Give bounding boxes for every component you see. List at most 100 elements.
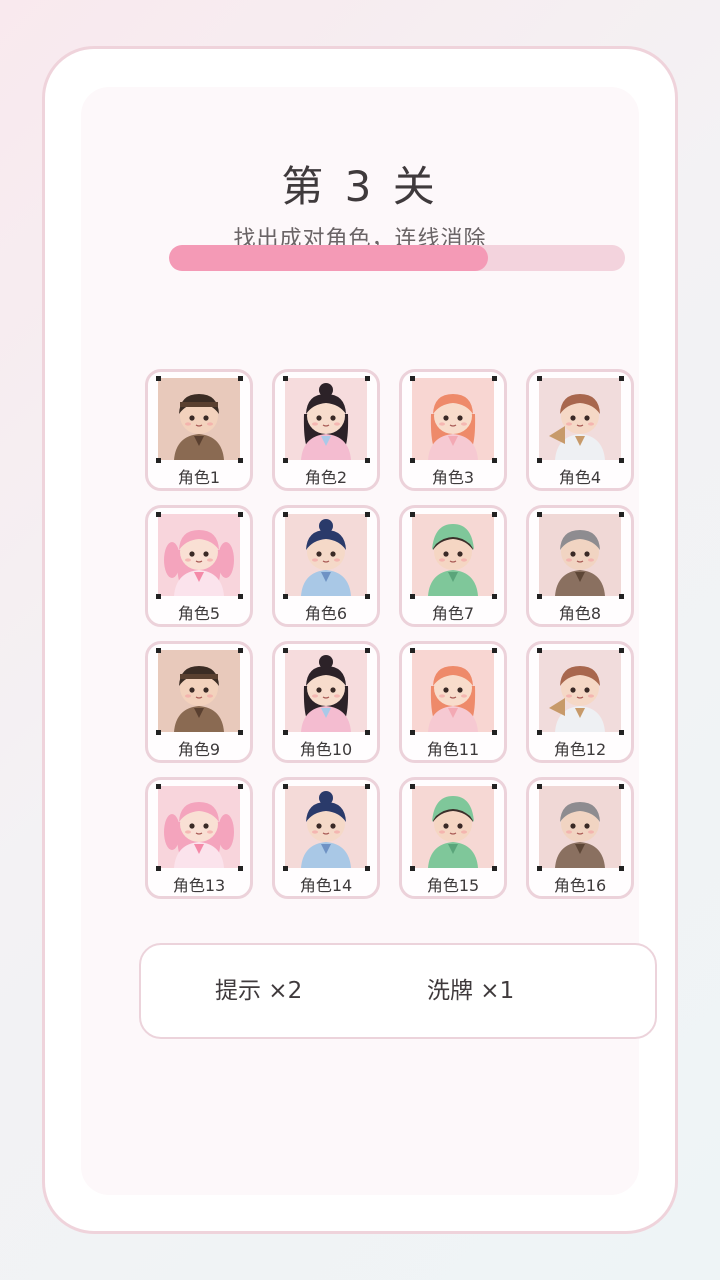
tile-corner-mark — [410, 784, 415, 789]
tile-corner-mark — [365, 594, 370, 599]
tile-corner-mark — [410, 512, 415, 517]
tile-corner-mark — [619, 458, 624, 463]
tile-label: 角色3 — [431, 468, 475, 487]
tile-corner-mark — [410, 648, 415, 653]
tile-corner-mark — [492, 594, 497, 599]
tile-corner-mark — [410, 866, 415, 871]
character-portrait — [158, 786, 240, 868]
tile-corner-mark — [283, 866, 288, 871]
character-tile[interactable]: 角色5 — [145, 505, 253, 627]
tile-corner-mark — [365, 376, 370, 381]
tile-corner-mark — [156, 376, 161, 381]
tile-label: 角色12 — [553, 740, 607, 759]
character-tile[interactable]: 角色8 — [526, 505, 634, 627]
character-tile[interactable]: 角色7 — [399, 505, 507, 627]
tile-corner-mark — [410, 376, 415, 381]
shuffle-button[interactable]: 洗牌 ×1 — [427, 945, 514, 1037]
tile-corner-mark — [410, 594, 415, 599]
tile-corner-mark — [238, 376, 243, 381]
character-portrait — [412, 514, 494, 596]
tile-corner-mark — [156, 784, 161, 789]
character-portrait — [158, 514, 240, 596]
character-portrait — [285, 378, 367, 460]
tile-corner-mark — [492, 376, 497, 381]
tile-label: 角色14 — [299, 876, 353, 895]
tile-corner-mark — [537, 376, 542, 381]
tile-grid: 角色1 角色2 角色3 角色4 角色5 角色6 角色7 角色8 角色9 角色10… — [145, 369, 635, 899]
tile-label: 角色10 — [299, 740, 353, 759]
tile-label: 角色5 — [177, 604, 221, 623]
tile-corner-mark — [238, 730, 243, 735]
tile-corner-mark — [537, 512, 542, 517]
level-title: 第 3 关 — [281, 162, 439, 211]
character-portrait — [539, 650, 621, 732]
tile-label: 角色15 — [426, 876, 480, 895]
hint-button[interactable]: 提示 ×2 — [215, 945, 302, 1037]
tile-corner-mark — [365, 458, 370, 463]
tile-corner-mark — [537, 458, 542, 463]
tile-corner-mark — [492, 512, 497, 517]
tile-label: 角色7 — [431, 604, 475, 623]
tile-corner-mark — [619, 594, 624, 599]
character-tile[interactable]: 角色11 — [399, 641, 507, 763]
character-portrait — [285, 650, 367, 732]
character-tile[interactable]: 角色15 — [399, 777, 507, 899]
character-tile[interactable]: 角色3 — [399, 369, 507, 491]
character-tile[interactable]: 角色6 — [272, 505, 380, 627]
tile-label: 角色16 — [553, 876, 607, 895]
tile-corner-mark — [537, 866, 542, 871]
tile-corner-mark — [537, 730, 542, 735]
character-portrait — [412, 378, 494, 460]
tile-corner-mark — [619, 866, 624, 871]
tile-corner-mark — [238, 648, 243, 653]
character-tile[interactable]: 角色12 — [526, 641, 634, 763]
character-portrait — [412, 650, 494, 732]
tile-corner-mark — [410, 458, 415, 463]
tile-corner-mark — [238, 784, 243, 789]
tile-corner-mark — [619, 784, 624, 789]
tile-corner-mark — [283, 730, 288, 735]
tile-corner-mark — [410, 730, 415, 735]
character-tile[interactable]: 角色10 — [272, 641, 380, 763]
character-tile[interactable]: 角色1 — [145, 369, 253, 491]
character-tile[interactable]: 角色14 — [272, 777, 380, 899]
game-panel: 第 3 关 找出成对角色，连线消除 角色1 角色2 角色3 角色4 角色5 角色… — [81, 87, 657, 1195]
tile-label: 角色4 — [558, 468, 602, 487]
tile-corner-mark — [619, 648, 624, 653]
tile-corner-mark — [283, 784, 288, 789]
tile-corner-mark — [156, 730, 161, 735]
tile-corner-mark — [492, 866, 497, 871]
character-tile[interactable]: 角色13 — [145, 777, 253, 899]
tile-corner-mark — [365, 784, 370, 789]
character-portrait — [158, 650, 240, 732]
character-portrait — [412, 786, 494, 868]
tile-corner-mark — [619, 376, 624, 381]
tile-corner-mark — [156, 594, 161, 599]
level-progress-fill — [169, 245, 489, 271]
tile-corner-mark — [365, 730, 370, 735]
tile-label: 角色11 — [426, 740, 480, 759]
tile-corner-mark — [156, 458, 161, 463]
tile-corner-mark — [156, 648, 161, 653]
tile-corner-mark — [492, 458, 497, 463]
character-tile[interactable]: 角色9 — [145, 641, 253, 763]
character-portrait — [285, 514, 367, 596]
tile-corner-mark — [283, 648, 288, 653]
tile-corner-mark — [283, 376, 288, 381]
tile-corner-mark — [619, 512, 624, 517]
tile-corner-mark — [537, 784, 542, 789]
character-portrait — [539, 786, 621, 868]
character-portrait — [285, 786, 367, 868]
character-tile[interactable]: 角色4 — [526, 369, 634, 491]
tile-corner-mark — [365, 648, 370, 653]
tile-label: 角色13 — [172, 876, 226, 895]
game-card: 第 3 关 找出成对角色，连线消除 角色1 角色2 角色3 角色4 角色5 角色… — [42, 46, 678, 1234]
tile-corner-mark — [365, 866, 370, 871]
tile-corner-mark — [156, 512, 161, 517]
tile-label: 角色9 — [177, 740, 221, 759]
character-tile[interactable]: 角色2 — [272, 369, 380, 491]
character-portrait — [539, 514, 621, 596]
tile-label: 角色8 — [558, 604, 602, 623]
character-tile[interactable]: 角色16 — [526, 777, 634, 899]
tile-corner-mark — [238, 866, 243, 871]
